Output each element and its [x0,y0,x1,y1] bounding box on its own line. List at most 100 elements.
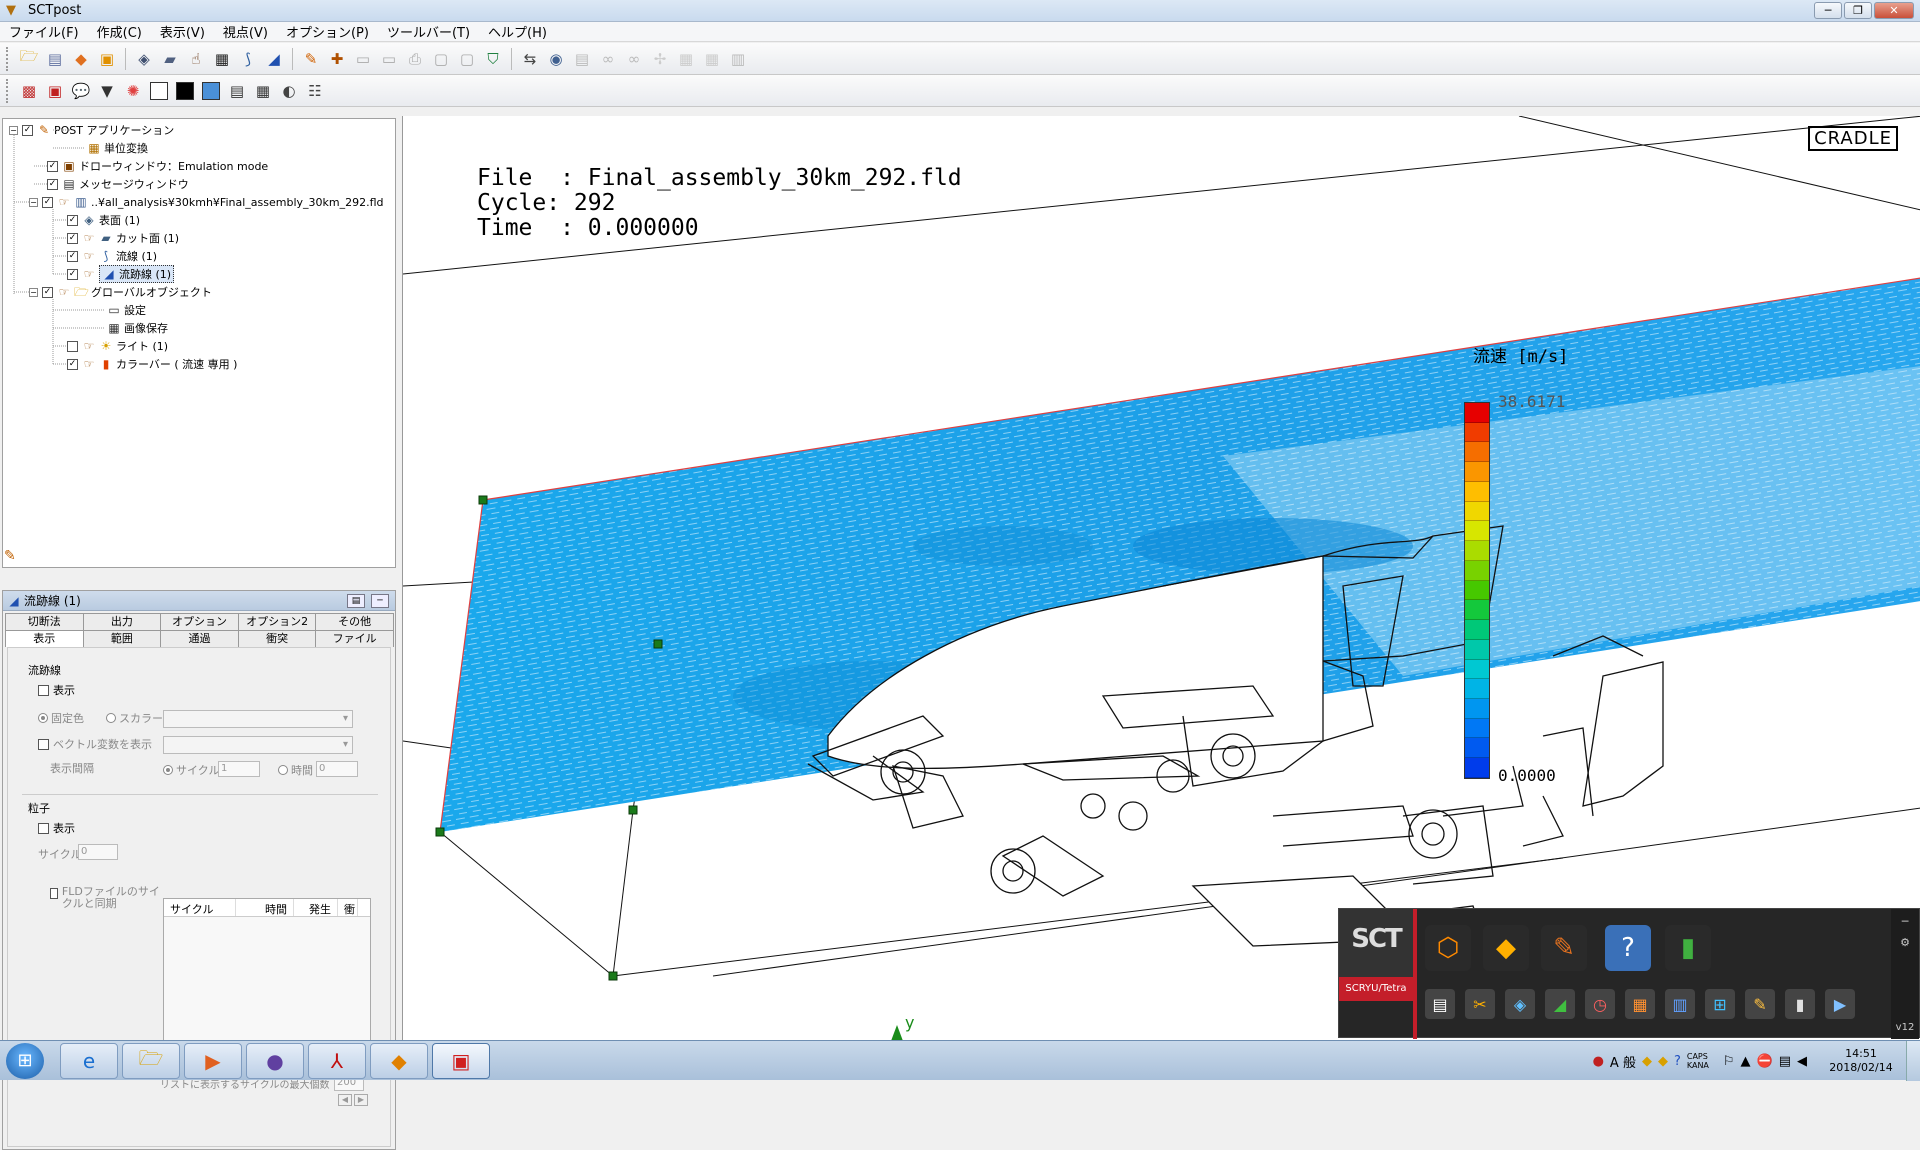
scryu-taskbar-icon[interactable]: ◆ [370,1043,428,1079]
particle-cycle-input[interactable]: 0 [78,844,118,860]
time-radio[interactable]: 時間 [278,762,313,778]
tool-icon-7[interactable]: ▥ [1665,989,1695,1019]
settings-dropdown-icon[interactable]: ☷ [304,80,326,102]
tool-icon-4[interactable]: ◢ [1545,989,1575,1019]
explorer-taskbar-icon[interactable]: 🗁 [122,1043,180,1079]
cat-taskbar-icon[interactable]: ● [246,1043,304,1079]
post-icon[interactable]: ✎ [1541,925,1587,971]
pathline-icon[interactable]: ◢ [263,48,285,70]
paint-add-icon[interactable]: ✚ [326,48,348,70]
tray-icon-6[interactable]: ⛔ [1757,1054,1773,1069]
streamline-icon[interactable]: ⟆ [237,48,259,70]
disabled-icon-6[interactable]: ▦ [701,48,723,70]
menu-help[interactable]: ヘルプ(H) [479,22,556,41]
tool-icon-1[interactable]: ▤ [1425,989,1455,1019]
next-page-icon[interactable]: ▶ [354,1094,368,1106]
scalar-radio[interactable]: スカラー [106,710,163,726]
prev-page-icon[interactable]: ◀ [338,1094,352,1106]
tool-icon-2[interactable]: ✂ [1465,989,1495,1019]
tray-icon-3[interactable]: ◆ [1658,1054,1668,1069]
tab-cutting[interactable]: 切断法 [5,613,84,630]
help-icon[interactable]: ? [1674,1054,1681,1069]
tool-icon-10[interactable]: ▮ [1785,989,1815,1019]
tray-icon-2[interactable]: ◆ [1642,1054,1652,1069]
open-folder-icon[interactable]: 🗁 [18,47,40,70]
disabled-icon-2[interactable]: ∞ [597,48,619,70]
red-box-icon[interactable]: ▣ [44,80,66,102]
disabled-icon-5[interactable]: ▦ [675,48,697,70]
surface-icon[interactable]: ◈ [133,48,155,70]
tab-display[interactable]: 表示 [5,630,84,647]
tab-file[interactable]: ファイル [315,630,394,647]
toolbar-grip[interactable] [6,78,10,103]
pick-icon[interactable]: ☝ [185,48,207,70]
calculator-icon[interactable]: ▦ [252,80,274,102]
disabled-icon-3[interactable]: ∞ [623,48,645,70]
tab-other[interactable]: その他 [315,613,394,630]
tab-output[interactable]: 出力 [82,613,162,630]
scalar-combo[interactable]: ▾ [163,710,353,728]
tool-icon-9[interactable]: ✎ [1745,989,1775,1019]
menu-display[interactable]: 表示(V) [151,22,214,41]
clock[interactable]: 14:51 2018/02/14 [1816,1047,1906,1075]
cut-plane-icon[interactable]: ▰ [159,48,181,70]
maximize-button[interactable]: ❐ [1844,2,1872,19]
shader-icon[interactable]: ◐ [278,80,300,102]
tool-icon-11[interactable]: ▶ [1825,989,1855,1019]
tool-icon-3[interactable]: ◈ [1505,989,1535,1019]
export-icon[interactable]: ▤ [226,80,248,102]
menu-view[interactable]: 視点(V) [214,22,277,41]
acrobat-taskbar-icon[interactable]: ⅄ [308,1043,366,1079]
color-wheel-icon[interactable]: ✺ [122,80,144,102]
panel-dock-button[interactable]: ▤ [347,593,365,608]
camera-icon[interactable]: ◉ [545,48,567,70]
show-pathline-checkbox[interactable]: 表示 [38,682,75,698]
cycle-interval-input[interactable]: 1 [218,761,260,777]
network-icon[interactable]: ▤ [1779,1054,1791,1069]
tray-icon-4[interactable]: ⚐ [1723,1054,1735,1069]
menu-options[interactable]: オプション(P) [277,22,378,41]
tab-options[interactable]: オプション [160,613,239,630]
printer-icon[interactable]: ⎙ [404,48,426,70]
close-button[interactable]: ✕ [1874,2,1914,19]
time-interval-input[interactable]: 0 [316,761,358,777]
draw-viewport[interactable]: File : Final_assembly_30km_292.fld Cycle:… [402,116,1920,1040]
tool-icon-8[interactable]: ⊞ [1705,989,1735,1019]
tab-range[interactable]: 範囲 [82,630,162,647]
funnel-icon[interactable]: ▼ [96,80,118,102]
vector-convert-checkbox[interactable]: ベクトル変数を表示 [38,736,152,752]
cycle-radio[interactable]: サイクル [163,762,219,778]
disabled-icon-1[interactable]: ▤ [571,48,593,70]
layer-icon[interactable]: ▭ [352,48,374,70]
disabled-icon-7[interactable]: ▥ [727,48,749,70]
load-fld-icon[interactable]: ◆ [70,48,92,70]
tray-icon-1[interactable]: ● [1593,1054,1604,1069]
toolbar-grip[interactable] [6,46,10,71]
black-background-swatch[interactable] [176,81,194,100]
pre-icon[interactable]: ⬡ [1425,925,1471,971]
menu-toolbar[interactable]: ツールバー(T) [378,22,479,41]
volume-icon[interactable]: ◀ [1797,1054,1807,1069]
brush-icon[interactable]: ✎ [300,48,322,70]
shield-icon[interactable]: ⛉ [482,48,504,70]
white-background-swatch[interactable] [150,81,168,100]
new-file-icon[interactable]: ▤ [44,48,66,70]
panel-minimize-button[interactable]: ─ [371,593,389,608]
tool-icon-5[interactable]: ◷ [1585,989,1615,1019]
film-icon[interactable]: ▦ [211,48,233,70]
blue-background-swatch[interactable] [202,81,220,100]
book-icon[interactable]: ▮ [1665,925,1711,971]
ime-indicator[interactable]: A 般 [1610,1052,1636,1071]
tool-icon-6[interactable]: ▦ [1625,989,1655,1019]
frame2-icon[interactable]: ▢ [456,48,478,70]
layer2-icon[interactable]: ▭ [378,48,400,70]
frame-icon[interactable]: ▢ [430,48,452,70]
tray-icon-5[interactable]: ▲ [1741,1054,1751,1069]
show-desktop-button[interactable] [1906,1041,1920,1081]
show-particle-checkbox[interactable]: 表示 [38,820,75,836]
launcher-minimize-icon[interactable]: ─ [1891,915,1919,928]
minimize-button[interactable]: ─ [1814,2,1842,19]
mesh-icon[interactable]: ▣ [96,48,118,70]
media-taskbar-icon[interactable]: ▶ [184,1043,242,1079]
menu-create[interactable]: 作成(C) [88,22,151,41]
